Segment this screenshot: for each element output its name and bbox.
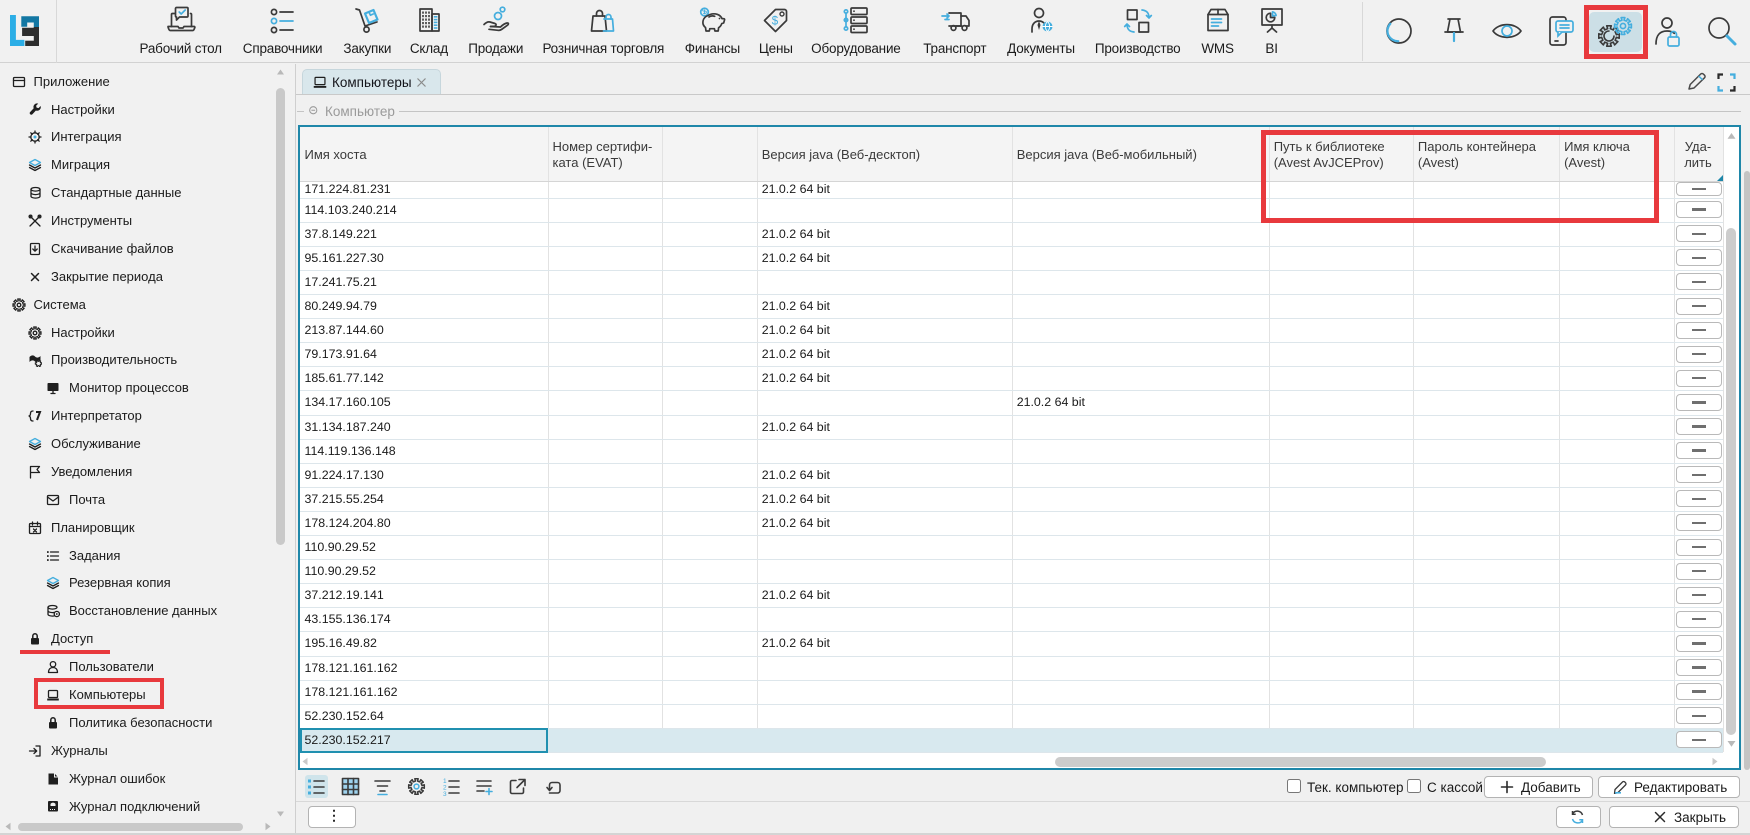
svg-text:$: $ <box>772 16 779 28</box>
svg-text:3: 3 <box>443 791 447 796</box>
